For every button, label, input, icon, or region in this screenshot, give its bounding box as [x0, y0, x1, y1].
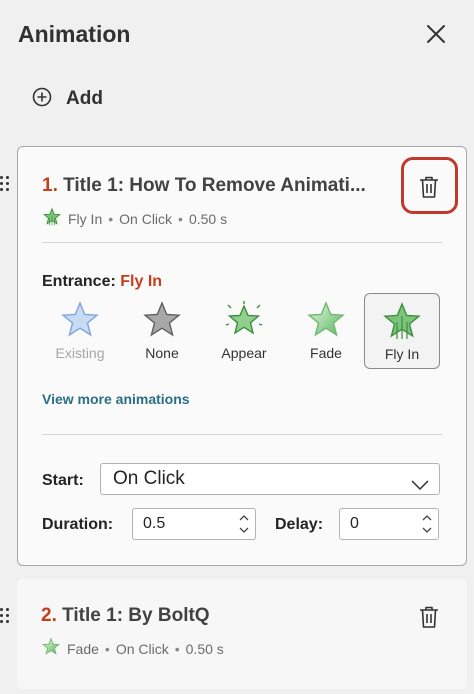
add-animation-button[interactable]: Add: [32, 84, 103, 114]
effect-appear[interactable]: Appear: [206, 293, 282, 369]
star-appear-icon: [206, 301, 282, 339]
animation-summary: Fade • On Click • 0.50 s: [41, 637, 224, 660]
trash-icon[interactable]: [418, 175, 440, 199]
divider: [42, 434, 442, 435]
effect-name: Fade: [67, 640, 99, 657]
add-label: Add: [66, 88, 103, 109]
duration-label: Duration:: [42, 516, 114, 533]
divider: [42, 242, 442, 243]
spin-arrows-icon[interactable]: [239, 512, 249, 536]
duration-stepper[interactable]: 0.5: [132, 508, 256, 540]
entrance-label: Entrance: Fly In: [42, 273, 163, 290]
effect-flyin[interactable]: Fly In: [364, 293, 440, 369]
drag-handle-icon[interactable]: [0, 608, 10, 624]
star-fade-icon: [288, 301, 364, 339]
duration-text: 0.50 s: [185, 640, 224, 657]
animation-item-expanded[interactable]: 1. Title 1: How To Remove Animati... Fly…: [17, 146, 467, 566]
trigger-text: On Click: [115, 640, 169, 657]
trigger-text: On Click: [119, 210, 173, 227]
start-label: Start:: [42, 472, 84, 489]
effect-gallery: Existing None Appear Fade Fly In: [42, 293, 452, 369]
spin-arrows-icon[interactable]: [422, 512, 432, 536]
star-existing-icon: [42, 301, 118, 339]
delay-stepper[interactable]: 0: [339, 508, 439, 540]
start-select[interactable]: On Click: [100, 463, 440, 495]
effect-fade[interactable]: Fade: [288, 293, 364, 369]
trash-icon[interactable]: [418, 605, 440, 629]
effect-name: Fly In: [68, 210, 103, 227]
entrance-value: Fly In: [120, 273, 163, 290]
view-more-animations-link[interactable]: View more animations: [42, 391, 190, 407]
delay-value: 0: [350, 515, 359, 532]
chevron-down-icon: [411, 472, 429, 502]
duration-text: 0.50 s: [188, 210, 228, 227]
animation-number: 2.: [41, 605, 57, 626]
animation-title: 1. Title 1: How To Remove Animati...: [42, 175, 366, 197]
panel-title: Animation: [18, 21, 131, 47]
star-flyin-icon: [42, 207, 62, 230]
star-flyin-icon: [365, 302, 439, 340]
add-circle-icon: [32, 87, 52, 112]
star-fade-icon: [41, 637, 61, 660]
panel-header: Animation: [18, 18, 460, 50]
animation-title: 2. Title 1: By BoltQ: [41, 605, 210, 627]
animation-summary: Fly In • On Click • 0.50 s: [42, 207, 227, 230]
drag-handle-icon[interactable]: [0, 176, 10, 192]
duration-value: 0.5: [143, 515, 166, 532]
start-value: On Click: [113, 468, 185, 489]
effect-existing: Existing: [42, 293, 118, 369]
star-none-icon: [124, 301, 200, 339]
effect-none[interactable]: None: [124, 293, 200, 369]
delay-label: Delay:: [275, 516, 324, 533]
close-icon[interactable]: [422, 20, 450, 48]
animation-title-text: Title 1: By BoltQ: [62, 605, 210, 626]
animation-number: 1.: [42, 175, 58, 196]
animation-item[interactable]: 2. Title 1: By BoltQ Fade • On Click • 0…: [17, 579, 467, 689]
animation-title-text: Title 1: How To Remove Animati...: [63, 175, 366, 196]
